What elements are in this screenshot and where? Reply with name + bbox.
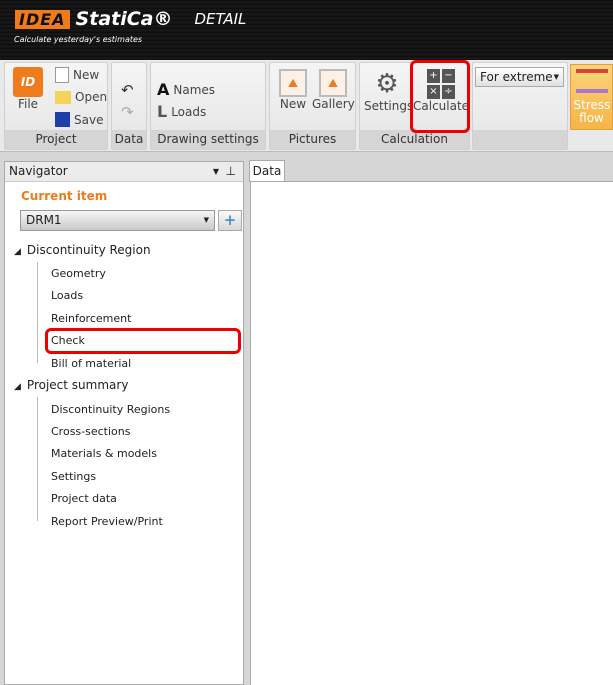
file-icon: ID [13, 67, 43, 97]
tree-item-cross-sections[interactable]: Cross-sections [51, 425, 130, 438]
navigator-header: Navigator ▼ ⊥ [5, 162, 243, 182]
stress-flow-icon [575, 69, 608, 93]
open-label: Open [75, 90, 108, 104]
collapse-icon: ◢ [14, 247, 21, 257]
current-item-value: DRM1 [26, 213, 62, 227]
calculate-highlight [410, 60, 470, 133]
tree-item-loads[interactable]: Loads [51, 289, 83, 302]
pin-icon[interactable]: ⊥ [226, 162, 236, 181]
group-label-project: Project [5, 130, 107, 149]
tree-item-discontinuity-regions[interactable]: Discontinuity Regions [51, 403, 170, 416]
plus-icon: + [223, 211, 237, 229]
open-button[interactable]: Open [55, 90, 107, 104]
logo-statica: StatiCa® [75, 8, 173, 30]
navigator-panel: Navigator ▼ ⊥ Current item DRM1 ▼ + ◢ Disc… [4, 161, 244, 685]
new-picture-icon: ⛰ [279, 69, 307, 97]
group-data: ↶ ↷ Data [111, 62, 147, 150]
gallery-button[interactable]: ⛰ Gallery [312, 69, 355, 111]
stress-flow-button[interactable]: Stress flow [570, 64, 613, 130]
loads-toggle[interactable]: L Loads [157, 102, 206, 121]
group-project: ID File New Open Save Project [4, 62, 108, 150]
tree-node-project-summary[interactable]: ◢ Project summary [14, 378, 128, 392]
chevron-down-icon: ▼ [203, 216, 209, 224]
logo-idea: IDEA [15, 9, 70, 29]
names-icon: A [157, 80, 170, 99]
dropdown-icon[interactable]: ▼ [213, 162, 219, 181]
new-picture-button[interactable]: ⛰ New [276, 69, 310, 111]
tagline: Calculate yesterday's estimates [14, 35, 143, 44]
chevron-down-icon: ▼ [553, 73, 559, 81]
tree-item-settings[interactable]: Settings [51, 470, 96, 483]
undo-icon[interactable]: ↶ [121, 81, 134, 99]
new-picture-label: New [279, 97, 307, 111]
tree-item-report-preview[interactable]: Report Preview/Print [51, 515, 163, 528]
file-button[interactable]: ID File [9, 67, 47, 111]
extreme-select[interactable]: For extreme ▼ [475, 67, 564, 87]
group-results: For extreme ▼ [472, 62, 568, 150]
add-item-button[interactable]: + [218, 210, 242, 231]
save-icon [55, 112, 70, 127]
extreme-select-value: For extreme [480, 70, 553, 84]
tree-item-bill-of-material[interactable]: Bill of material [51, 357, 131, 370]
save-label: Save [74, 112, 104, 127]
tree-item-project-data[interactable]: Project data [51, 492, 117, 505]
tab-data[interactable]: Data [249, 160, 285, 182]
tree-item-geometry[interactable]: Geometry [51, 267, 106, 280]
gear-icon: ⚙ [375, 69, 399, 99]
settings-button[interactable]: ⚙ Settings [364, 69, 414, 113]
current-item-select[interactable]: DRM1 ▼ [20, 210, 215, 231]
tree-node-label: Discontinuity Region [26, 243, 151, 257]
names-label: Names [173, 82, 216, 97]
app-header: IDEA StatiCa® DETAIL Calculate yesterday… [0, 0, 613, 60]
group-label-drawing: Drawing settings [151, 130, 265, 149]
group-label-pictures: Pictures [270, 130, 355, 149]
stress-flow-label: Stress flow [573, 98, 611, 125]
group-drawing-settings: A Names L Loads Drawing settings [150, 62, 266, 150]
redo-icon[interactable]: ↷ [121, 103, 134, 121]
new-label: New [73, 68, 100, 82]
group-label-results [473, 130, 567, 149]
navigator-title: Navigator [9, 164, 68, 178]
check-highlight [45, 328, 241, 354]
group-pictures: ⛰ New ⛰ Gallery Pictures [269, 62, 356, 150]
tree-item-reinforcement[interactable]: Reinforcement [51, 312, 131, 325]
tree-node-discontinuity-region[interactable]: ◢ Discontinuity Region [14, 243, 151, 257]
folder-icon [55, 90, 71, 104]
current-item-label: Current item [21, 189, 108, 203]
new-button[interactable]: New [55, 67, 99, 83]
loads-label: Loads [171, 104, 207, 119]
group-label-data: Data [112, 130, 146, 149]
names-toggle[interactable]: A Names [157, 80, 215, 99]
file-label: File [17, 97, 39, 111]
gallery-label: Gallery [312, 97, 355, 111]
tree-item-materials-models[interactable]: Materials & models [51, 447, 157, 460]
tree-node-label: Project summary [26, 378, 129, 392]
product-name: DETAIL [194, 10, 247, 28]
loads-icon: L [157, 102, 168, 121]
ribbon: ID File New Open Save Project ↶ ↷ Data A… [0, 60, 613, 152]
save-button[interactable]: Save [55, 112, 103, 127]
gallery-icon: ⛰ [319, 69, 347, 97]
logo: IDEA StatiCa® DETAIL [15, 8, 246, 30]
collapse-icon: ◢ [14, 382, 21, 392]
settings-label: Settings [364, 99, 414, 113]
data-content-area [250, 181, 613, 685]
new-document-icon [55, 67, 69, 83]
